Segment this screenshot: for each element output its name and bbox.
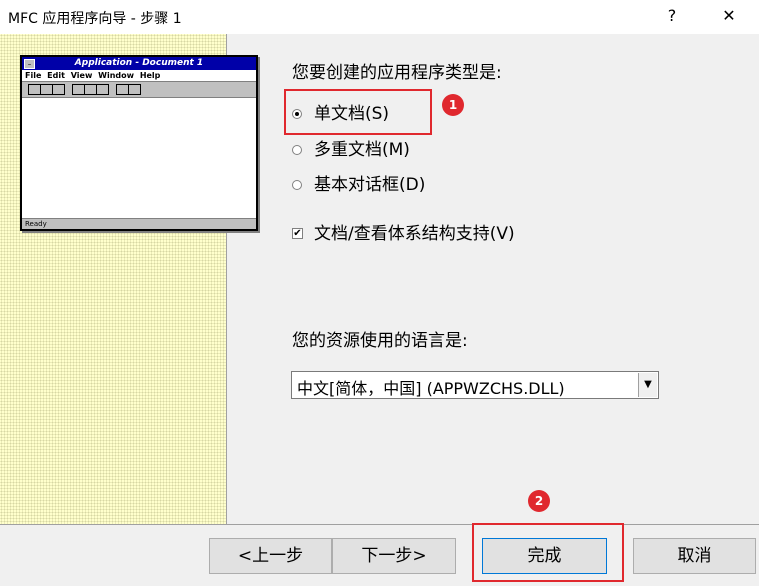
checkbox-label: 文档/查看体系结构支持(V) xyxy=(314,224,515,244)
close-icon[interactable]: ✕ xyxy=(717,6,741,25)
preview-toolbar xyxy=(22,81,256,98)
preview-toolbar-button xyxy=(96,84,109,95)
radio-label: 多重文档(M) xyxy=(314,140,410,160)
preview-menu-edit: Edit xyxy=(47,71,65,80)
preview-menu-view: View xyxy=(70,71,93,80)
next-button[interactable]: 下一步> xyxy=(332,538,456,574)
preview-menu-window: Window xyxy=(98,71,135,80)
checkbox[interactable]: ✔ xyxy=(292,228,303,239)
dropdown-arrow-icon[interactable]: ▼ xyxy=(638,373,657,397)
annotation-badge: 2 xyxy=(528,490,550,512)
preview-menu-bar: File Edit View Window Help xyxy=(22,70,256,81)
help-icon[interactable]: ? xyxy=(660,6,684,25)
preview-title: Application - Document 1 xyxy=(74,58,204,68)
wizard-client: Application - Document 1 – File Edit Vie… xyxy=(0,34,759,586)
bottom-divider xyxy=(0,524,759,525)
title-bar: MFC 应用程序向导 - 步骤 1 ? ✕ xyxy=(0,0,759,35)
preview-status-bar: Ready xyxy=(22,218,256,229)
preview-menu-help: Help xyxy=(139,71,161,80)
radio-label: 基本对话框(D) xyxy=(314,175,426,195)
radio-button[interactable] xyxy=(292,145,302,155)
language-select-value: 中文[简体，中国] (APPWZCHS.DLL) xyxy=(297,379,565,398)
annotation-highlight-box xyxy=(472,523,624,582)
language-select[interactable]: 中文[简体，中国] (APPWZCHS.DLL) ▼ xyxy=(291,371,659,399)
preview-status-text: Ready xyxy=(25,220,47,228)
app-preview-image: Application - Document 1 – File Edit Vie… xyxy=(20,55,258,231)
annotation-badge: 1 xyxy=(442,94,464,116)
preview-system-menu-icon: – xyxy=(24,59,35,69)
window-title: MFC 应用程序向导 - 步骤 1 xyxy=(8,11,182,27)
annotation-highlight-box xyxy=(284,89,432,135)
preview-toolbar-button xyxy=(52,84,65,95)
app-type-question: 您要创建的应用程序类型是: xyxy=(292,63,502,83)
back-button[interactable]: <上一步 xyxy=(209,538,332,574)
preview-toolbar-button xyxy=(128,84,141,95)
cancel-button[interactable]: 取消 xyxy=(633,538,756,574)
preview-title-bar: Application - Document 1 xyxy=(22,57,256,70)
radio-button[interactable] xyxy=(292,180,302,190)
language-question: 您的资源使用的语言是: xyxy=(292,331,468,351)
preview-menu-file: File xyxy=(25,71,42,80)
